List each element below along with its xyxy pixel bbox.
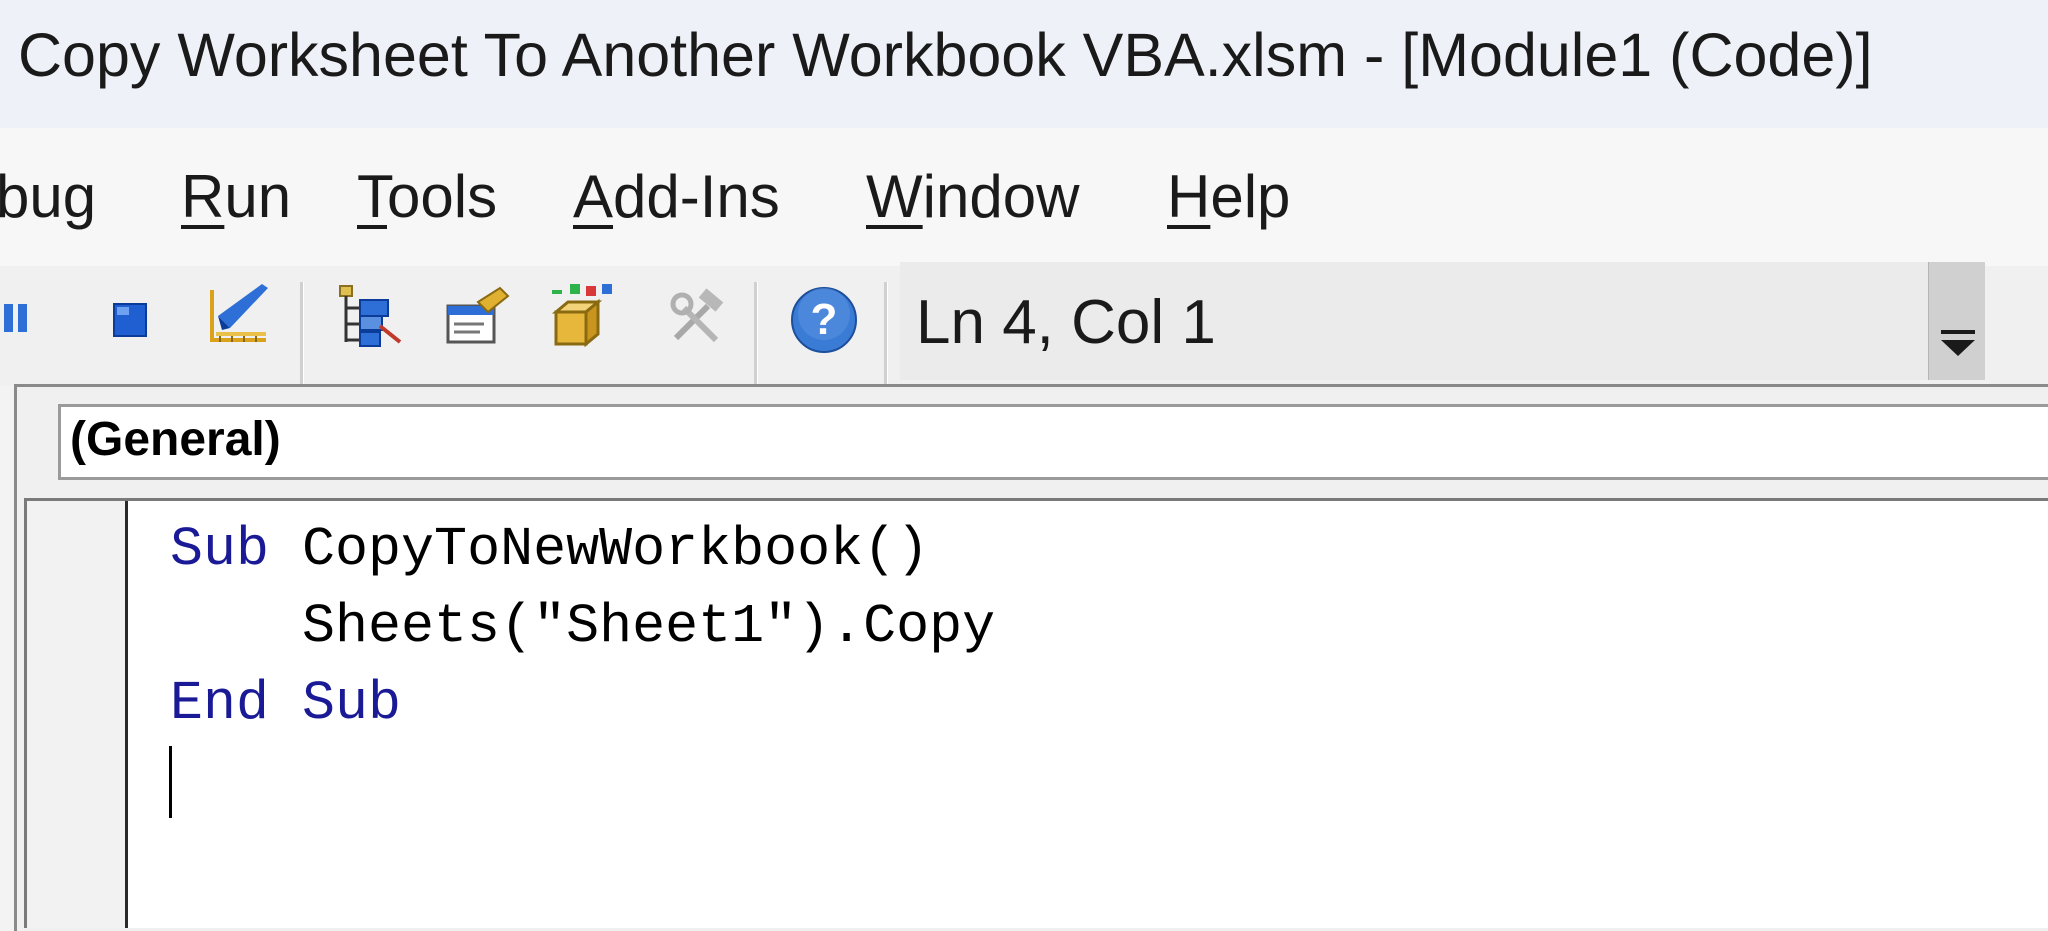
toolbar-separator — [884, 282, 888, 386]
toolbox-icon[interactable] — [664, 282, 736, 354]
design-mode-icon[interactable] — [202, 280, 274, 352]
menu-window[interactable]: Window — [866, 162, 1079, 231]
object-dropdown[interactable] — [58, 404, 2048, 480]
menu-help[interactable]: Help — [1167, 162, 1290, 231]
cursor-position: Ln 4, Col 1 — [916, 288, 1216, 357]
object-browser-icon[interactable] — [550, 282, 622, 354]
window-title: Copy Worksheet To Another Workbook VBA.x… — [18, 21, 1873, 89]
code-line[interactable]: Sub CopyToNewWorkbook() — [170, 518, 929, 581]
menu-tools[interactable]: Tools — [357, 162, 497, 231]
title-bar: Copy Worksheet To Another Workbook VBA.x… — [0, 0, 2048, 128]
menu-run[interactable]: Run — [181, 162, 291, 231]
menu-debug-label: bug — [0, 163, 97, 230]
help-icon[interactable]: ? — [788, 284, 860, 356]
project-explorer-icon[interactable] — [334, 282, 406, 354]
margin-indicator-bar[interactable] — [27, 501, 128, 928]
object-dropdown-value: (General) — [70, 413, 281, 466]
toolbar-separator — [754, 282, 758, 386]
menu-debug[interactable]: bug — [0, 162, 96, 231]
break-icon[interactable] — [0, 292, 40, 344]
reset-icon[interactable] — [106, 296, 154, 344]
toolbar-options-button[interactable] — [1928, 262, 1985, 380]
chevron-down-icon — [1941, 330, 1975, 356]
code-line[interactable]: End Sub — [170, 672, 401, 735]
text-cursor — [169, 746, 172, 818]
svg-text:?: ? — [811, 295, 838, 344]
toolbar-separator — [300, 282, 304, 386]
properties-window-icon[interactable] — [444, 282, 516, 354]
menu-add-ins[interactable]: Add-Ins — [573, 162, 780, 231]
menu-bar: bug Run Tools Add-Ins Window Help — [0, 128, 2048, 266]
code-line[interactable]: Sheets("Sheet1").Copy — [170, 595, 995, 658]
